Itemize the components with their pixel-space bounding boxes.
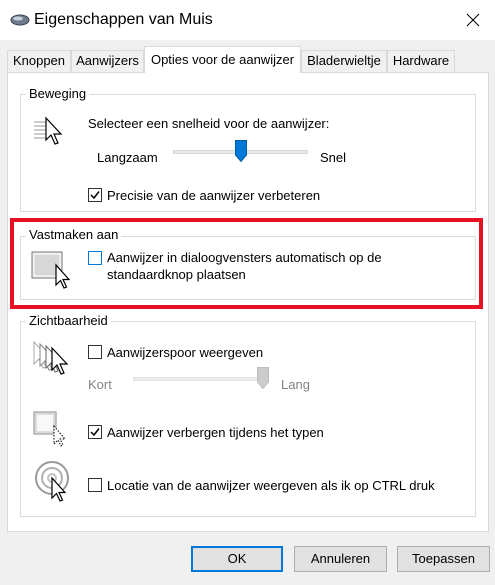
tab-hardware[interactable]: Hardware [387, 50, 455, 72]
trail-length-slider-track[interactable] [133, 377, 267, 381]
pointer-speed-icon [32, 114, 72, 155]
tab-pointers[interactable]: Aanwijzers [71, 50, 144, 72]
cancel-button[interactable]: Annuleren [294, 546, 387, 572]
apply-button[interactable]: Toepassen [397, 546, 490, 572]
pointer-trails-checkbox[interactable] [88, 345, 102, 359]
precision-checkbox[interactable] [88, 188, 102, 202]
snap-to-label-line2: standaardknop plaatsen [107, 267, 246, 282]
ctrl-location-checkbox[interactable] [88, 478, 102, 492]
mouse-icon [10, 13, 30, 27]
window-title: Eigenschappen van Muis [34, 11, 213, 28]
speed-slider-thumb[interactable] [234, 140, 247, 165]
speed-prompt: Selecteer een snelheid voor de aanwijzer… [88, 116, 330, 131]
pointer-trails-icon [30, 338, 76, 381]
tab-wheel[interactable]: Bladerwieltje [301, 50, 387, 72]
visibility-legend: Zichtbaarheid [26, 313, 111, 329]
tab-buttons[interactable]: Knoppen [7, 50, 71, 72]
speed-slow-label: Langzaam [97, 150, 158, 165]
tab-pointer-options[interactable]: Opties voor de aanwijzer [144, 46, 301, 73]
precision-label: Precisie van de aanwijzer verbeteren [107, 188, 321, 203]
ctrl-location-label: Locatie van de aanwijzer weergeven als i… [107, 478, 435, 493]
trail-length-slider-thumb[interactable] [257, 367, 269, 392]
motion-legend: Beweging [26, 86, 90, 102]
hide-while-typing-label: Aanwijzer verbergen tijdens het typen [107, 425, 324, 440]
trail-short-label: Kort [88, 377, 112, 392]
close-icon [466, 13, 480, 27]
snap-to-label-line1: Aanwijzer in dialoogvensters automatisch… [107, 250, 382, 265]
snap-to-checkbox[interactable] [88, 251, 102, 265]
snap-to-group [20, 236, 476, 300]
snap-to-default-icon [30, 248, 76, 293]
checkmark-icon [90, 428, 100, 437]
checkmark-icon [90, 191, 100, 200]
snap-to-legend: Vastmaken aan [26, 227, 122, 243]
trail-long-label: Lang [281, 377, 310, 392]
ok-button[interactable]: OK [191, 546, 283, 572]
ctrl-location-icon [34, 458, 76, 505]
pointer-trails-label: Aanwijzerspoor weergeven [107, 345, 264, 360]
close-button[interactable] [458, 6, 488, 34]
hide-while-typing-checkbox[interactable] [88, 425, 102, 439]
speed-fast-label: Snel [320, 150, 347, 165]
hide-while-typing-icon [32, 410, 72, 451]
